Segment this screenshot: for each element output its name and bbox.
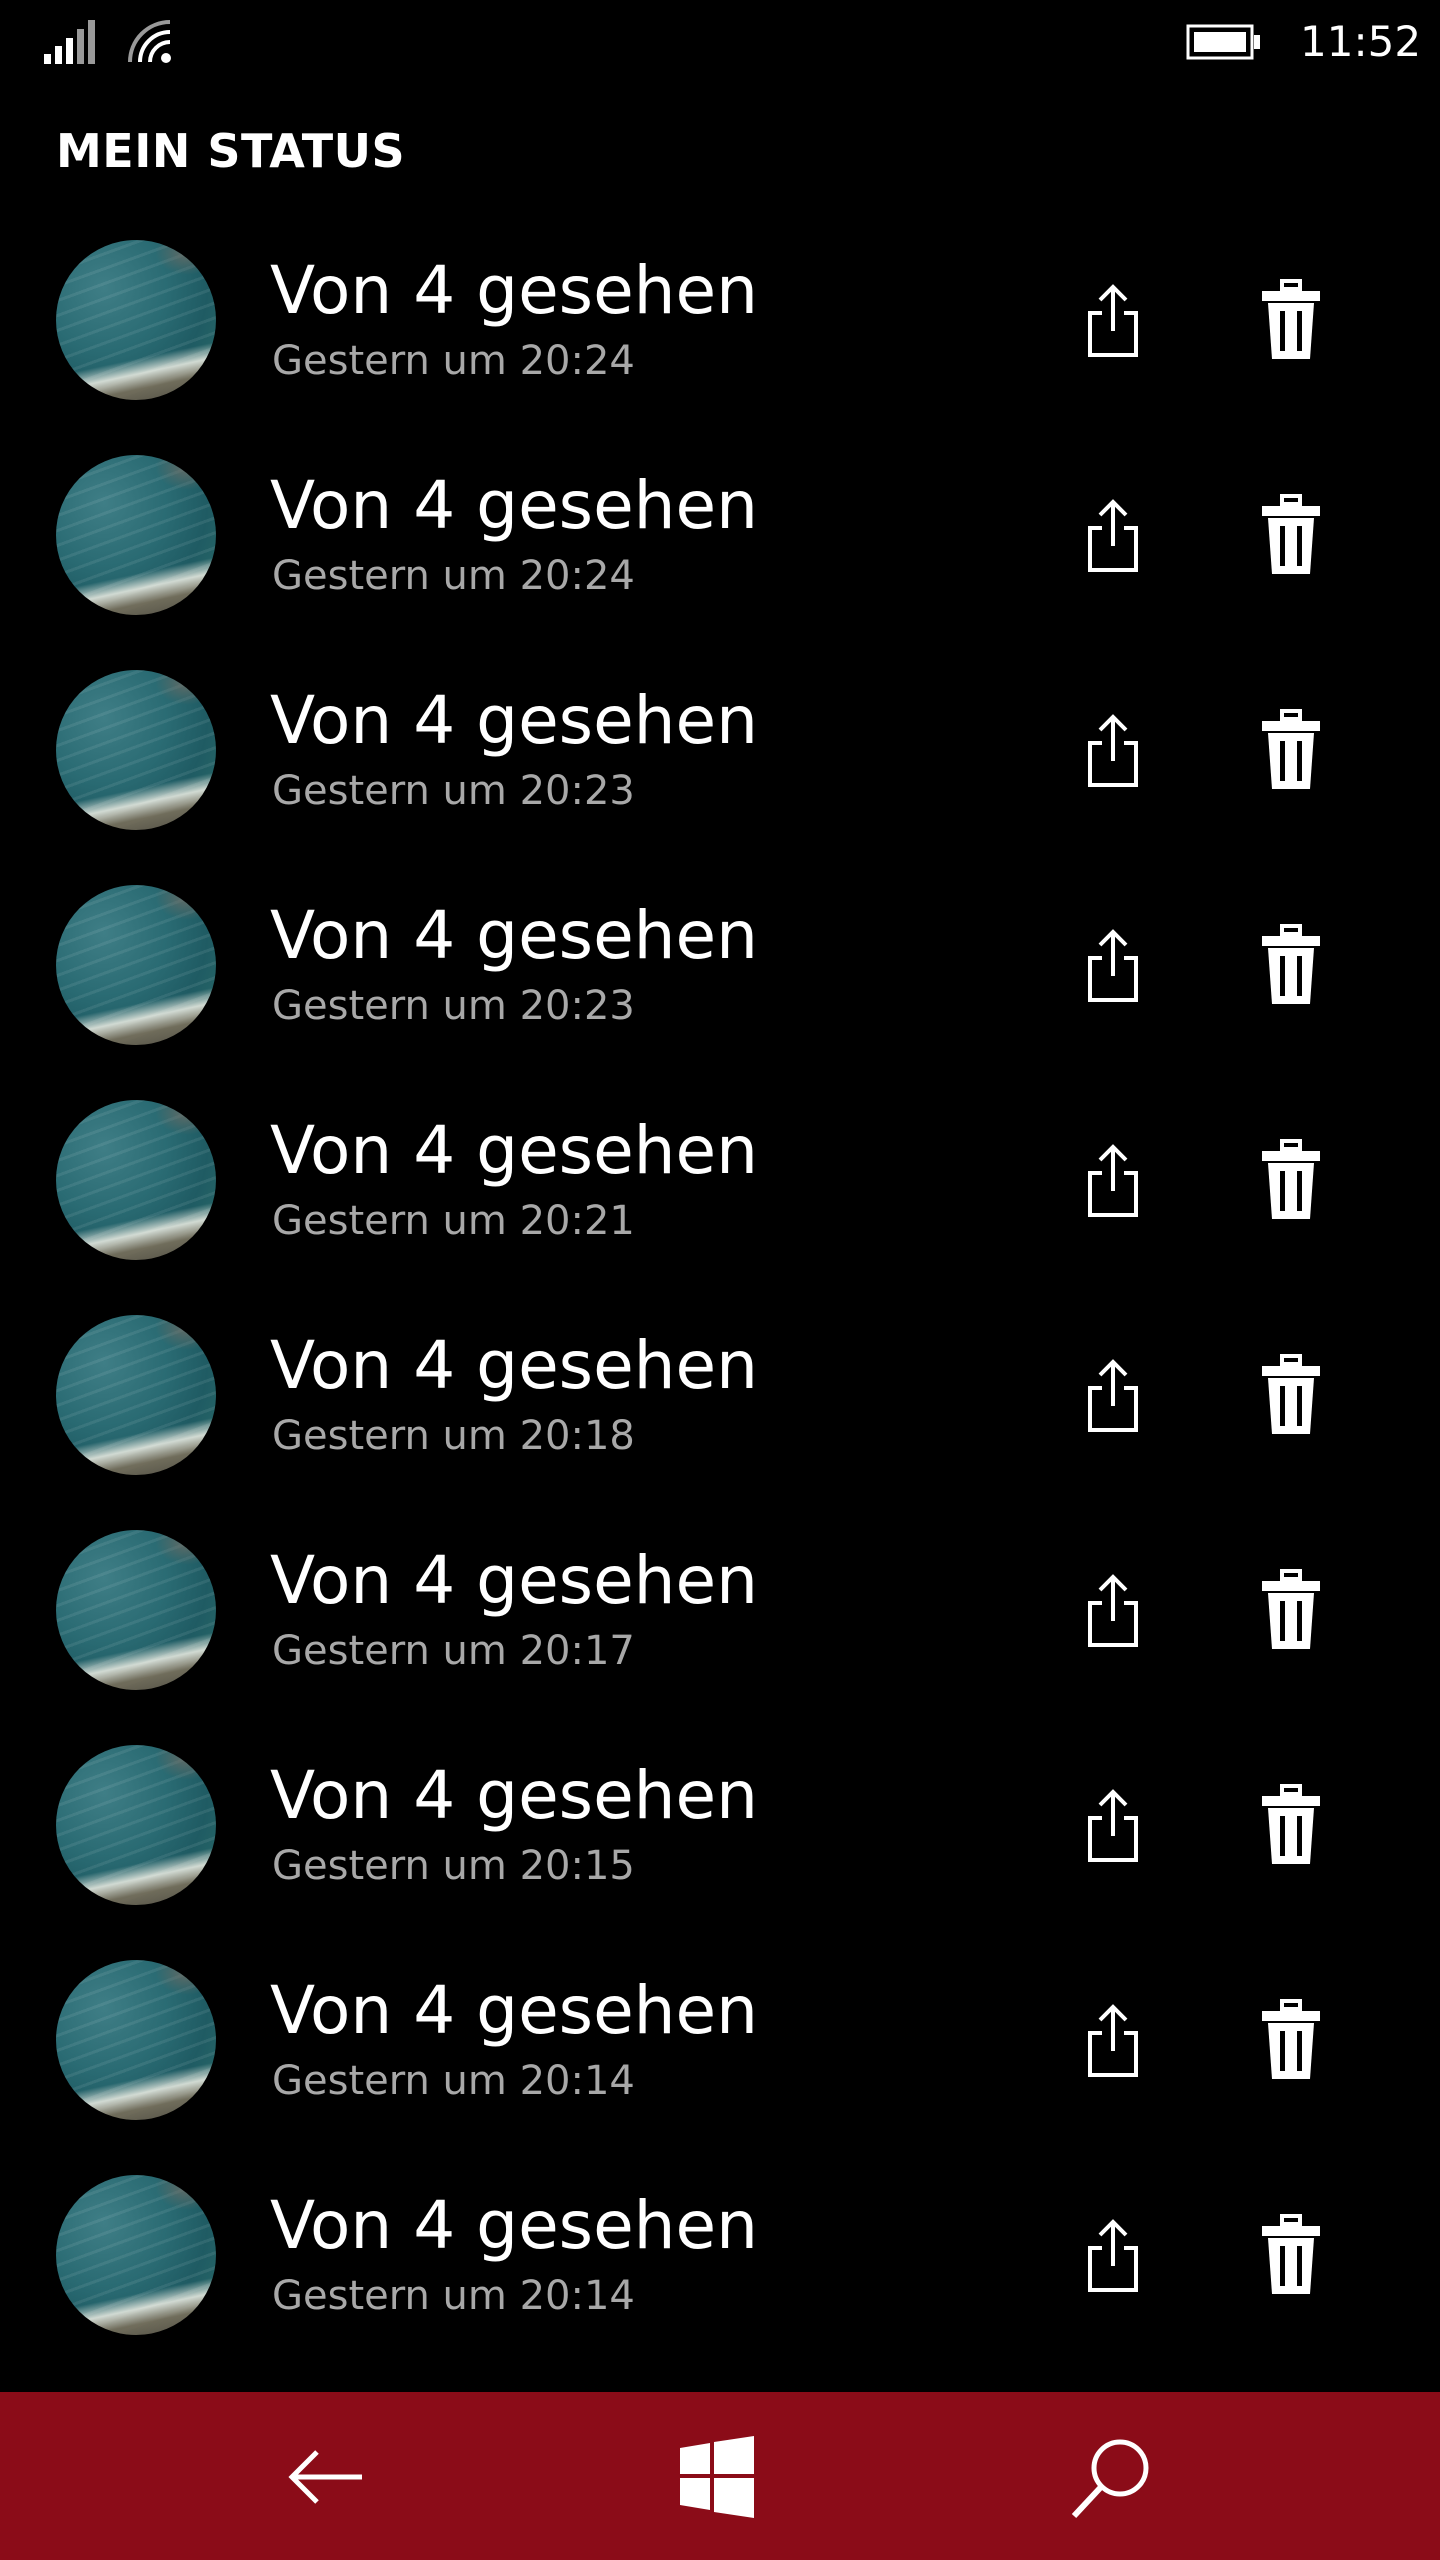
status-viewers: Von 4 gesehen (270, 1542, 758, 1619)
status-viewers: Von 4 gesehen (270, 1112, 758, 1189)
status-thumbnail[interactable] (56, 455, 216, 615)
status-viewers: Von 4 gesehen (270, 682, 758, 759)
status-timestamp: Gestern um 20:23 (272, 983, 635, 1029)
status-thumbnail[interactable] (56, 1100, 216, 1260)
status-viewers: Von 4 gesehen (270, 1757, 758, 1834)
share-icon[interactable] (1080, 2216, 1146, 2296)
status-timestamp: Gestern um 20:23 (272, 768, 635, 814)
status-list: Von 4 gesehen Gestern um 20:24 Von 4 ges… (0, 215, 1440, 2365)
status-thumbnail[interactable] (56, 1530, 216, 1690)
trash-icon[interactable] (1258, 494, 1324, 578)
status-row[interactable]: Von 4 gesehen Gestern um 20:24 (0, 430, 1440, 645)
trash-icon[interactable] (1258, 1784, 1324, 1868)
status-row[interactable]: Von 4 gesehen Gestern um 20:24 (0, 215, 1440, 430)
status-row[interactable]: Von 4 gesehen Gestern um 20:18 (0, 1290, 1440, 1505)
wifi-icon (128, 20, 171, 63)
trash-icon[interactable] (1258, 1354, 1324, 1438)
trash-icon[interactable] (1258, 279, 1324, 363)
trash-icon[interactable] (1258, 709, 1324, 793)
search-icon[interactable] (1068, 2432, 1158, 2522)
status-thumbnail[interactable] (56, 1315, 216, 1475)
status-viewers: Von 4 gesehen (270, 467, 758, 544)
status-viewers: Von 4 gesehen (270, 897, 758, 974)
share-icon[interactable] (1080, 1571, 1146, 1651)
status-thumbnail[interactable] (56, 240, 216, 400)
share-icon[interactable] (1080, 1786, 1146, 1866)
status-viewers: Von 4 gesehen (270, 252, 758, 329)
status-row[interactable]: Von 4 gesehen Gestern um 20:14 (0, 2150, 1440, 2365)
share-icon[interactable] (1080, 926, 1146, 1006)
status-row[interactable]: Von 4 gesehen Gestern um 20:23 (0, 645, 1440, 860)
clock-time: 11:52 (1300, 17, 1422, 66)
trash-icon[interactable] (1258, 1999, 1324, 2083)
share-icon[interactable] (1080, 711, 1146, 791)
status-thumbnail[interactable] (56, 885, 216, 1045)
windows-logo-icon[interactable] (672, 2432, 762, 2522)
status-row[interactable]: Von 4 gesehen Gestern um 20:15 (0, 1720, 1440, 1935)
trash-icon[interactable] (1258, 1569, 1324, 1653)
status-timestamp: Gestern um 20:24 (272, 338, 635, 384)
back-arrow-icon[interactable] (282, 2432, 372, 2522)
battery-icon (1186, 24, 1260, 60)
status-timestamp: Gestern um 20:17 (272, 1628, 635, 1674)
status-thumbnail[interactable] (56, 670, 216, 830)
status-row[interactable]: Von 4 gesehen Gestern um 20:23 (0, 860, 1440, 1075)
status-viewers: Von 4 gesehen (270, 1972, 758, 2049)
share-icon[interactable] (1080, 1356, 1146, 1436)
signal-icon (44, 20, 95, 64)
status-bar: 11:52 (0, 0, 1440, 90)
navigation-bar (0, 2392, 1440, 2560)
status-timestamp: Gestern um 20:21 (272, 1198, 635, 1244)
status-timestamp: Gestern um 20:15 (272, 1843, 635, 1889)
status-viewers: Von 4 gesehen (270, 1327, 758, 1404)
status-row[interactable]: Von 4 gesehen Gestern um 20:14 (0, 1935, 1440, 2150)
page-title: MEIN STATUS (56, 124, 406, 178)
status-row[interactable]: Von 4 gesehen Gestern um 20:21 (0, 1075, 1440, 1290)
status-timestamp: Gestern um 20:14 (272, 2058, 635, 2104)
share-icon[interactable] (1080, 2001, 1146, 2081)
trash-icon[interactable] (1258, 924, 1324, 1008)
trash-icon[interactable] (1258, 1139, 1324, 1223)
status-thumbnail[interactable] (56, 1745, 216, 1905)
share-icon[interactable] (1080, 1141, 1146, 1221)
status-timestamp: Gestern um 20:14 (272, 2273, 635, 2319)
status-row[interactable]: Von 4 gesehen Gestern um 20:17 (0, 1505, 1440, 1720)
share-icon[interactable] (1080, 281, 1146, 361)
status-timestamp: Gestern um 20:18 (272, 1413, 635, 1459)
status-thumbnail[interactable] (56, 1960, 216, 2120)
trash-icon[interactable] (1258, 2214, 1324, 2298)
status-viewers: Von 4 gesehen (270, 2187, 758, 2264)
status-thumbnail[interactable] (56, 2175, 216, 2335)
share-icon[interactable] (1080, 496, 1146, 576)
status-timestamp: Gestern um 20:24 (272, 553, 635, 599)
